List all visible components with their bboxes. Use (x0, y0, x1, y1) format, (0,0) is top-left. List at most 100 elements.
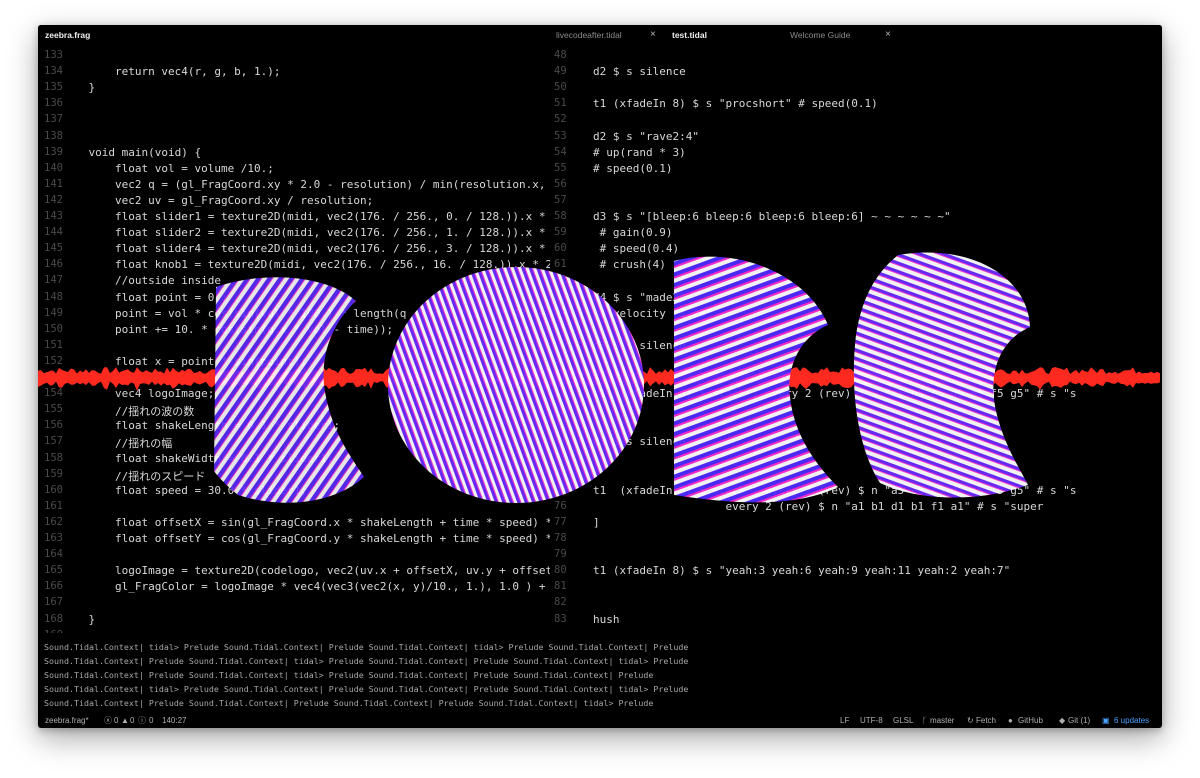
info-icon[interactable]: ⓘ (138, 713, 146, 728)
line-number: 162 (44, 515, 63, 528)
code-line[interactable]: gl_FragColor = logoImage * vec4(vec3(vec… (62, 580, 550, 593)
code-line[interactable]: ] (593, 403, 600, 416)
code-line[interactable]: d4 $ s "made2" (593, 291, 686, 304)
line-number: 78 (554, 532, 567, 544)
line-number: 145 (44, 242, 63, 255)
tab-zeebra-frag[interactable]: zeebra.frag (45, 25, 90, 45)
code-line[interactable]: //outside inside (62, 274, 221, 287)
code-line[interactable]: t1 (xfadeIn 8) $ s "yeah:3 yeah:6 yeah:9… (593, 564, 1010, 577)
line-number: 82 (554, 596, 567, 609)
code-line[interactable]: point += 10. * cos(sin(q.x * vol - time)… (62, 323, 393, 336)
code-line[interactable]: # speed(0.1) (593, 162, 672, 175)
close-icon[interactable]: × (650, 25, 656, 45)
status-info-count[interactable]: 0 (149, 713, 153, 728)
code-line[interactable]: } (62, 81, 95, 94)
line-number: 140 (44, 161, 63, 174)
line-number: 56 (554, 177, 567, 190)
code-line[interactable]: d3 $ s silence (593, 339, 686, 352)
line-number: 160 (44, 483, 63, 496)
code-line[interactable]: logoImage = texture2D(codelogo, vec2(uv.… (62, 564, 550, 577)
line-number: 146 (44, 258, 63, 271)
line-number: 143 (44, 210, 63, 222)
line-number: 62 (554, 274, 567, 287)
editor-pane-right[interactable]: 48 49 d2 $ s silence 50 51 t1 (xfadeIn 8) $ s… (550, 45, 1162, 633)
code-line[interactable]: vec2 q = (gl_FragCoord.xy * 2.0 - resolu… (62, 178, 550, 191)
line-number: 53 (554, 129, 567, 142)
tab-livecodeafter-tidal[interactable]: livecodeafter.tidal (556, 25, 622, 45)
status-bar: zeebra.frag* ⓧ 0 ▲ 0 ⓘ 0 140:27 LF UTF-8… (38, 713, 1162, 728)
code-line[interactable]: # gain(0.9) (593, 226, 673, 239)
code-line[interactable]: float slider1 = texture2D(midi, vec2(176… (62, 210, 550, 223)
line-number: 151 (44, 338, 63, 351)
status-file-name[interactable]: zeebra.frag* (45, 713, 89, 728)
code-line[interactable]: //揺れの波の数 (62, 403, 194, 419)
status-updates[interactable]: 6 updates (1114, 713, 1149, 728)
warning-icon[interactable]: ▲ (121, 713, 129, 728)
line-number: 165 (44, 564, 63, 577)
line-number: 158 (44, 451, 63, 464)
code-line[interactable]: t1 (xfadeIn 8) $ stack [ every 2 (rev) $… (593, 484, 1076, 497)
line-number: 144 (44, 226, 63, 239)
code-line[interactable]: ] (593, 516, 600, 529)
code-line[interactable]: d2 $ s silence (593, 65, 686, 78)
status-github[interactable]: GitHub (1018, 713, 1043, 728)
code-line[interactable]: float slider4 = texture2D(midi, vec2(176… (62, 242, 550, 255)
line-number: 149 (44, 306, 63, 319)
line-number: 83 (554, 612, 567, 625)
line-number: 60 (554, 242, 567, 255)
line-number: 156 (44, 419, 63, 432)
code-line[interactable]: float point = 0.; (62, 291, 228, 304)
code-line[interactable]: t1 (xfadeIn 8) $ s "procshort" # speed(0… (593, 97, 878, 110)
close-icon[interactable]: × (885, 25, 891, 45)
line-number: 136 (44, 97, 63, 110)
code-line[interactable]: float knob1 = texture2D(midi, vec2(176. … (62, 258, 550, 271)
code-line[interactable]: float shakeLength = 0.1 * slider1; (62, 419, 340, 432)
status-line-ending[interactable]: LF (840, 713, 849, 728)
editor-window: zeebra.frag livecodeafter.tidal × test.t… (38, 25, 1162, 728)
status-error-count[interactable]: 0 (114, 713, 118, 728)
line-number: 137 (44, 113, 63, 126)
line-number: 155 (44, 403, 63, 416)
status-warning-count[interactable]: 0 (130, 713, 134, 728)
error-icon[interactable]: ⓧ (104, 713, 112, 728)
code-line[interactable]: float offsetX = sin(gl_FragCoord.x * sha… (62, 516, 550, 529)
code-line[interactable]: # speed(0.4) (593, 242, 679, 255)
tab-test-tidal[interactable]: test.tidal (672, 25, 707, 45)
line-number: 166 (44, 580, 63, 593)
code-line[interactable]: return vec4(r, g, b, 1.); (62, 65, 281, 78)
code-line[interactable]: d2 $ s "rave2:4" (593, 130, 699, 143)
code-line[interactable]: point = vol * cos(sin(vol * 100.) * leng… (62, 307, 550, 320)
code-line[interactable]: float vol = volume /10.; (62, 162, 274, 175)
status-git[interactable]: Git (1) (1068, 713, 1090, 728)
editor-pane-left[interactable]: 133 134 return vec4(r, g, b, 1.); 135 } 136… (38, 45, 550, 633)
line-number: 76 (554, 499, 567, 512)
status-cursor-position[interactable]: 140:27 (162, 713, 186, 728)
code-line[interactable]: every 2 (rev) $ n "a1 b1 d1 b1 f1 a1" # … (593, 500, 1043, 513)
code-line[interactable]: //揺れのスピード (62, 468, 205, 484)
status-encoding[interactable]: UTF-8 (860, 713, 883, 728)
code-line[interactable]: d3 $ s "[bleep:6 bleep:6 bleep:6 bleep:6… (593, 210, 951, 223)
code-line[interactable]: void main(void) { (62, 146, 201, 159)
code-line[interactable]: } (62, 613, 95, 626)
code-line[interactable]: float slider2 = texture2D(midi, vec2(176… (62, 226, 550, 239)
code-line[interactable]: # crush(4) (593, 258, 666, 271)
code-line[interactable]: # velocity "1.20" (593, 307, 713, 320)
code-line[interactable]: float offsetY = cos(gl_FragCoord.y * sha… (62, 532, 550, 545)
code-line[interactable]: vec2 uv = gl_FragCoord.xy / resolution; (62, 194, 373, 207)
code-line[interactable]: float speed = 30.0 * slider1; (62, 484, 307, 497)
line-number: 63 (554, 290, 567, 303)
waveform-band (38, 367, 1160, 391)
code-line[interactable]: d3 $ s silence (593, 435, 686, 448)
code-line[interactable]: # up(rand * 3) (593, 146, 686, 159)
code-line[interactable]: float shakeWidth = 0.1 * slider1; (62, 452, 334, 465)
status-grammar[interactable]: GLSL (893, 713, 913, 728)
line-number: 147 (44, 274, 63, 287)
code-line[interactable]: hush (593, 613, 620, 626)
status-fetch[interactable]: Fetch (976, 713, 996, 728)
code-line[interactable]: //揺れの幅 (62, 435, 172, 451)
line-number: 148 (44, 290, 63, 303)
line-number: 54 (554, 145, 567, 158)
tab-welcome-guide[interactable]: Welcome Guide (790, 25, 850, 45)
console-line: Sound.Tidal.Context| Prelude Sound.Tidal… (44, 670, 654, 680)
status-branch[interactable]: master (930, 713, 954, 728)
